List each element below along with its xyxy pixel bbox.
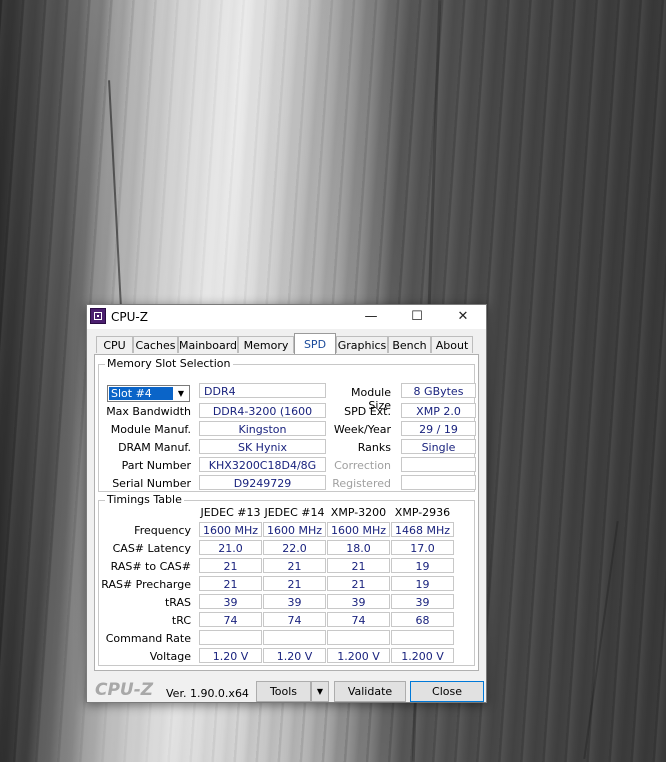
timings-column-header: XMP-3200 bbox=[330, 506, 387, 519]
timing-row-label: Voltage bbox=[149, 650, 191, 663]
registered-value bbox=[401, 475, 476, 490]
memory-slot-group: Memory Slot Selection Slot #4 ▼ DDR4 Max… bbox=[98, 357, 476, 492]
timing-cell: 21 bbox=[327, 576, 390, 591]
timing-row-label: RAS# Precharge bbox=[101, 578, 191, 591]
timing-cell: 21.0 bbox=[199, 540, 262, 555]
module-manuf-value: Kingston bbox=[199, 421, 326, 436]
memory-slot-group-title: Memory Slot Selection bbox=[105, 357, 233, 370]
timings-table-group: Timings Table JEDEC #13 JEDEC #14 XMP-32… bbox=[98, 493, 475, 666]
timing-cell: 1600 MHz bbox=[327, 522, 390, 537]
timing-cell: 39 bbox=[199, 594, 262, 609]
timing-cell: 74 bbox=[327, 612, 390, 627]
spd-ext-value: XMP 2.0 bbox=[401, 403, 476, 418]
timing-cell: 39 bbox=[327, 594, 390, 609]
spd-panel: Memory Slot Selection Slot #4 ▼ DDR4 Max… bbox=[94, 354, 479, 671]
timing-cell: 39 bbox=[263, 594, 326, 609]
timing-cell: 17.0 bbox=[391, 540, 454, 555]
part-number-label: Part Number bbox=[121, 459, 191, 472]
cpuz-window: CPU-Z — ☐ ✕ CPU Caches Mainboard Memory … bbox=[86, 304, 487, 703]
timing-cell: 21 bbox=[263, 558, 326, 573]
timing-cell: 21 bbox=[327, 558, 390, 573]
timing-cell bbox=[327, 630, 390, 645]
serial-number-label: Serial Number bbox=[112, 477, 191, 490]
tab-about[interactable]: About bbox=[431, 336, 473, 353]
slot-selector[interactable]: Slot #4 ▼ bbox=[107, 385, 190, 402]
timing-row-label: CAS# Latency bbox=[112, 542, 191, 555]
part-number-value: KHX3200C18D4/8G bbox=[199, 457, 326, 472]
window-title: CPU-Z bbox=[111, 310, 148, 324]
timing-row-label: tRC bbox=[171, 614, 191, 627]
cpuz-logo: CPU-Z bbox=[95, 680, 154, 700]
title-bar[interactable]: CPU-Z — ☐ ✕ bbox=[87, 305, 486, 329]
ranks-value: Single bbox=[401, 439, 476, 454]
close-window-button[interactable]: ✕ bbox=[440, 305, 486, 329]
max-bandwidth-value: DDR4-3200 (1600 MHz) bbox=[199, 403, 326, 433]
correction-value bbox=[401, 457, 476, 472]
tab-bench[interactable]: Bench bbox=[388, 336, 431, 353]
timing-cell: 1.20 V bbox=[199, 648, 262, 663]
serial-number-value: D9249729 bbox=[199, 475, 326, 490]
tab-memory[interactable]: Memory bbox=[238, 336, 294, 353]
timing-cell: 21 bbox=[199, 558, 262, 573]
timing-cell: 1.200 V bbox=[327, 648, 390, 663]
cpuz-app-icon bbox=[90, 308, 106, 324]
validate-button[interactable]: Validate bbox=[334, 681, 406, 702]
tab-caches[interactable]: Caches bbox=[133, 336, 178, 353]
timing-cell: 21 bbox=[263, 576, 326, 591]
timing-cell: 1.200 V bbox=[391, 648, 454, 663]
correction-label: Correction bbox=[334, 459, 391, 472]
slot-selector-value: Slot #4 bbox=[109, 387, 173, 400]
ranks-label: Ranks bbox=[357, 441, 391, 454]
week-year-label: Week/Year bbox=[333, 423, 391, 436]
memory-type-value: DDR4 bbox=[199, 383, 326, 398]
timing-row-label: Frequency bbox=[134, 524, 191, 537]
dram-manuf-value: SK Hynix bbox=[199, 439, 326, 454]
timing-cell: 19 bbox=[391, 558, 454, 573]
minimize-button[interactable]: — bbox=[348, 305, 394, 329]
timing-cell: 1600 MHz bbox=[263, 522, 326, 537]
max-bandwidth-label: Max Bandwidth bbox=[106, 405, 191, 418]
close-button[interactable]: Close bbox=[410, 681, 484, 702]
wallpaper-texture bbox=[583, 521, 619, 759]
timing-cell: 1468 MHz bbox=[391, 522, 454, 537]
timing-cell: 18.0 bbox=[327, 540, 390, 555]
timing-row-label: Command Rate bbox=[105, 632, 191, 645]
chevron-down-icon[interactable]: ▼ bbox=[174, 387, 188, 400]
version-label: Ver. 1.90.0.x64 bbox=[166, 687, 249, 700]
timing-cell: 19 bbox=[391, 576, 454, 591]
timing-cell: 74 bbox=[263, 612, 326, 627]
timings-column-header: JEDEC #13 bbox=[200, 506, 261, 519]
timing-cell bbox=[263, 630, 326, 645]
registered-label: Registered bbox=[332, 477, 391, 490]
module-size-value: 8 GBytes bbox=[401, 383, 476, 398]
spd-ext-label: SPD Ext. bbox=[344, 405, 391, 418]
timing-cell: 1.20 V bbox=[263, 648, 326, 663]
tab-cpu[interactable]: CPU bbox=[96, 336, 133, 353]
timing-cell bbox=[391, 630, 454, 645]
tools-dropdown-button[interactable]: ▼ bbox=[311, 681, 329, 702]
timings-table-title: Timings Table bbox=[105, 493, 184, 506]
tab-graphics[interactable]: Graphics bbox=[336, 336, 388, 353]
timings-column-header: JEDEC #14 bbox=[264, 506, 325, 519]
maximize-button[interactable]: ☐ bbox=[394, 305, 440, 329]
timing-cell bbox=[199, 630, 262, 645]
tools-button[interactable]: Tools bbox=[256, 681, 311, 702]
week-year-value: 29 / 19 bbox=[401, 421, 476, 436]
tab-spd[interactable]: SPD bbox=[294, 333, 336, 354]
timing-cell: 74 bbox=[199, 612, 262, 627]
timings-column-header: XMP-2936 bbox=[394, 506, 451, 519]
dram-manuf-label: DRAM Manuf. bbox=[118, 441, 191, 454]
timing-cell: 1600 MHz bbox=[199, 522, 262, 537]
timing-cell: 68 bbox=[391, 612, 454, 627]
timing-row-label: tRAS bbox=[164, 596, 191, 609]
timing-cell: 39 bbox=[391, 594, 454, 609]
timing-cell: 22.0 bbox=[263, 540, 326, 555]
module-manuf-label: Module Manuf. bbox=[110, 423, 191, 436]
timing-cell: 21 bbox=[199, 576, 262, 591]
timing-row-label: RAS# to CAS# bbox=[110, 560, 191, 573]
tab-mainboard[interactable]: Mainboard bbox=[178, 336, 238, 353]
